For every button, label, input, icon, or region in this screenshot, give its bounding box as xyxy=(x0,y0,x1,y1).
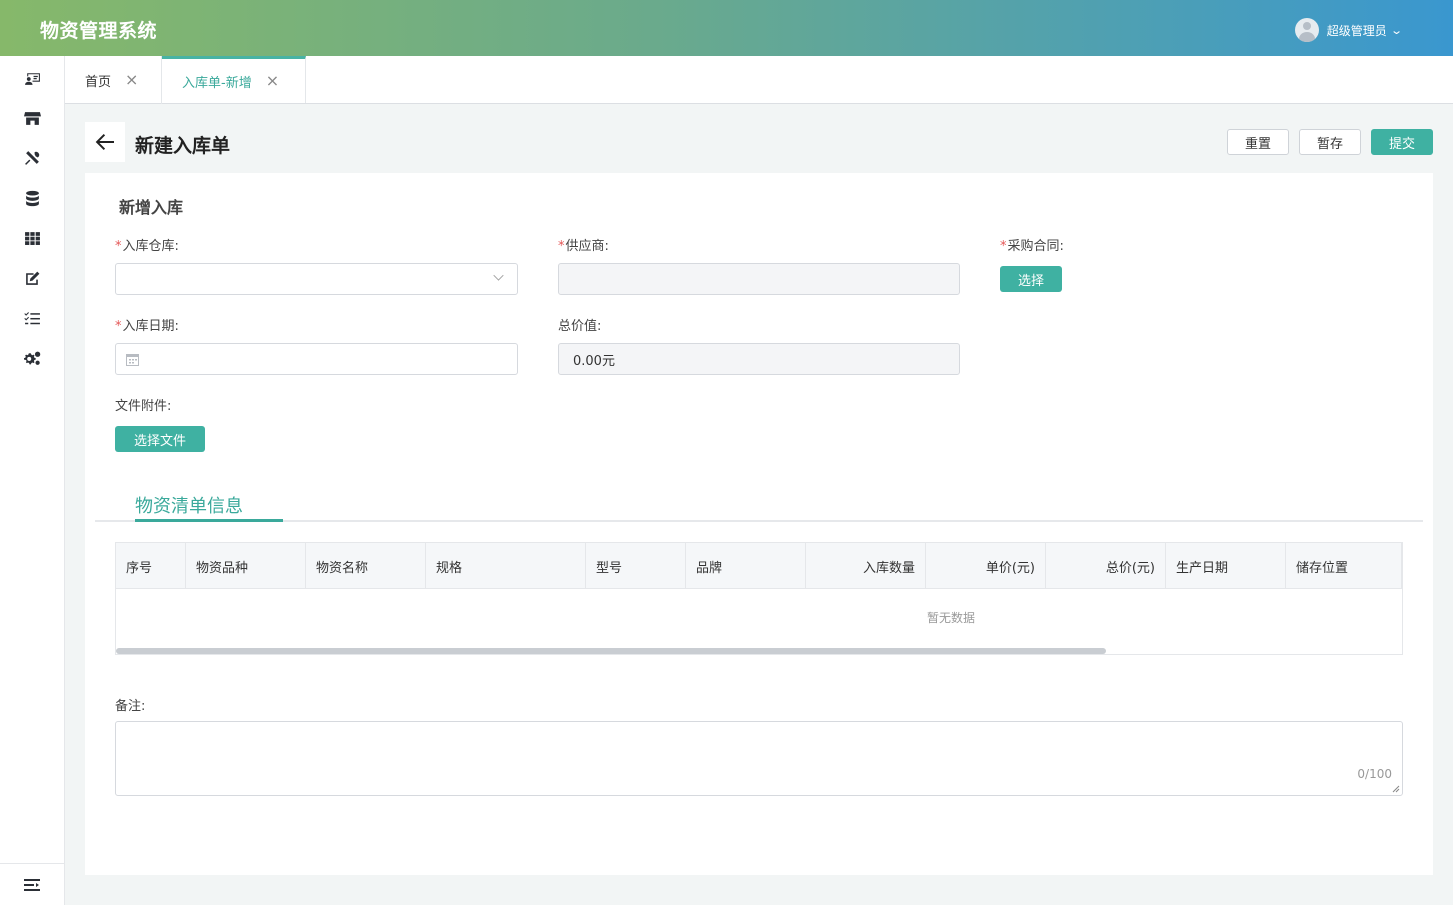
column-header-total-price: 总价(元) xyxy=(1046,543,1166,589)
sidebar-item-list[interactable] xyxy=(0,298,64,338)
empty-text: 暂无数据 xyxy=(926,611,975,625)
remark-label: 备注: xyxy=(115,699,146,714)
column-header-model: 型号 xyxy=(586,543,686,589)
close-icon[interactable]: × xyxy=(266,73,279,89)
sidebar-item-tools[interactable] xyxy=(0,138,64,178)
column-header-quantity: 入库数量 xyxy=(806,543,926,589)
tab-inbound-new[interactable]: 入库单-新增 × xyxy=(162,56,306,103)
required-mark: * xyxy=(558,239,565,254)
required-mark: * xyxy=(115,239,122,254)
gears-icon xyxy=(23,351,40,365)
supplier-label: *供应商: xyxy=(558,235,609,254)
remark-textarea[interactable]: 0/100 xyxy=(115,721,1403,796)
table-header: 序号 物资品种 物资名称 规格 型号 品牌 入库数量 单价(元) 总价(元) 生… xyxy=(116,543,1402,589)
avatar-icon xyxy=(1294,18,1319,42)
contract-label: *采购合同: xyxy=(1000,235,1064,254)
sidebar-item-user-card[interactable] xyxy=(0,58,64,98)
supplier-field[interactable] xyxy=(558,263,960,295)
sidebar-collapse-button[interactable] xyxy=(0,863,64,905)
arrow-left-icon xyxy=(95,134,114,150)
section-title: 新增入库 xyxy=(119,198,184,217)
warehouse-label-text: 入库仓库: xyxy=(122,239,179,254)
tab-home[interactable]: 首页 × xyxy=(65,56,162,104)
calendar-icon xyxy=(126,354,139,366)
chevron-down-icon: ⌄ xyxy=(1389,23,1403,37)
horizontal-scrollbar[interactable] xyxy=(116,648,1106,654)
total-value-field: 0.00元 xyxy=(558,343,960,375)
supplier-label-text: 供应商: xyxy=(565,239,609,254)
sidebar-item-store[interactable] xyxy=(0,98,64,138)
page-title: 新建入库单 xyxy=(135,135,231,157)
select-file-button[interactable]: 选择文件 xyxy=(115,426,205,452)
required-mark: * xyxy=(1000,239,1007,254)
column-header-brand: 品牌 xyxy=(686,543,806,589)
total-label: 总价值: xyxy=(558,319,602,334)
grid-icon xyxy=(24,231,40,245)
column-header-unit-price: 单价(元) xyxy=(926,543,1046,589)
sidebar xyxy=(0,56,65,905)
tab-bar: 首页 × 入库单-新增 × xyxy=(65,56,1453,104)
chevron-down-icon xyxy=(493,270,504,281)
column-header-index: 序号 xyxy=(116,543,186,589)
edit-icon xyxy=(25,271,39,285)
attachment-label: 文件附件: xyxy=(115,399,172,414)
column-header-storage-location: 储存位置 xyxy=(1286,543,1402,589)
back-button[interactable] xyxy=(85,122,125,162)
submit-button[interactable]: 提交 xyxy=(1371,129,1433,155)
date-label: *入库日期: xyxy=(115,315,179,334)
list-icon xyxy=(23,311,40,324)
contract-label-text: 采购合同: xyxy=(1007,239,1064,254)
warehouse-select[interactable] xyxy=(115,263,518,295)
material-table: 序号 物资品种 物资名称 规格 型号 品牌 入库数量 单价(元) 总价(元) 生… xyxy=(115,542,1403,655)
column-header-spec: 规格 xyxy=(426,543,586,589)
required-mark: * xyxy=(115,319,122,334)
tab-material-list[interactable]: 物资清单信息 xyxy=(135,492,243,518)
column-header-production-date: 生产日期 xyxy=(1166,543,1286,589)
tab-label: 首页 xyxy=(85,74,112,90)
user-card-icon xyxy=(24,72,40,85)
sidebar-item-grid[interactable] xyxy=(0,218,64,258)
reset-button[interactable]: 重置 xyxy=(1227,129,1289,155)
warehouse-label: *入库仓库: xyxy=(115,235,179,254)
column-header-category: 物资品种 xyxy=(186,543,306,589)
app-header: 物资管理系统 超级管理员 ⌄ xyxy=(0,0,1453,56)
tab-label: 入库单-新增 xyxy=(182,75,252,91)
column-header-name: 物资名称 xyxy=(306,543,426,589)
active-tab-indicator xyxy=(135,519,283,522)
total-value: 0.00元 xyxy=(573,353,615,369)
tools-icon xyxy=(24,150,39,165)
sidebar-item-settings[interactable] xyxy=(0,338,64,378)
close-icon[interactable]: × xyxy=(125,72,138,88)
user-name: 超级管理员 xyxy=(1326,23,1387,38)
draft-button[interactable]: 暂存 xyxy=(1299,129,1361,155)
database-icon xyxy=(25,190,39,206)
store-icon xyxy=(23,111,41,125)
date-picker[interactable] xyxy=(115,343,518,375)
sidebar-item-database[interactable] xyxy=(0,178,64,218)
select-contract-button[interactable]: 选择 xyxy=(1000,266,1062,292)
form-card: 新增入库 *入库仓库: *供应商: *采购合同: 选择 *入库日期: 总价值: … xyxy=(85,173,1433,875)
date-label-text: 入库日期: xyxy=(122,319,179,334)
detail-tabs: 物资清单信息 xyxy=(95,486,1423,522)
menu-fold-icon xyxy=(24,878,40,891)
app-title: 物资管理系统 xyxy=(40,20,158,42)
user-menu[interactable]: 超级管理员 ⌄ xyxy=(1294,18,1403,42)
resize-handle-icon[interactable] xyxy=(1392,785,1400,793)
sidebar-item-edit[interactable] xyxy=(0,258,64,298)
remark-counter: 0/100 xyxy=(1357,767,1392,781)
